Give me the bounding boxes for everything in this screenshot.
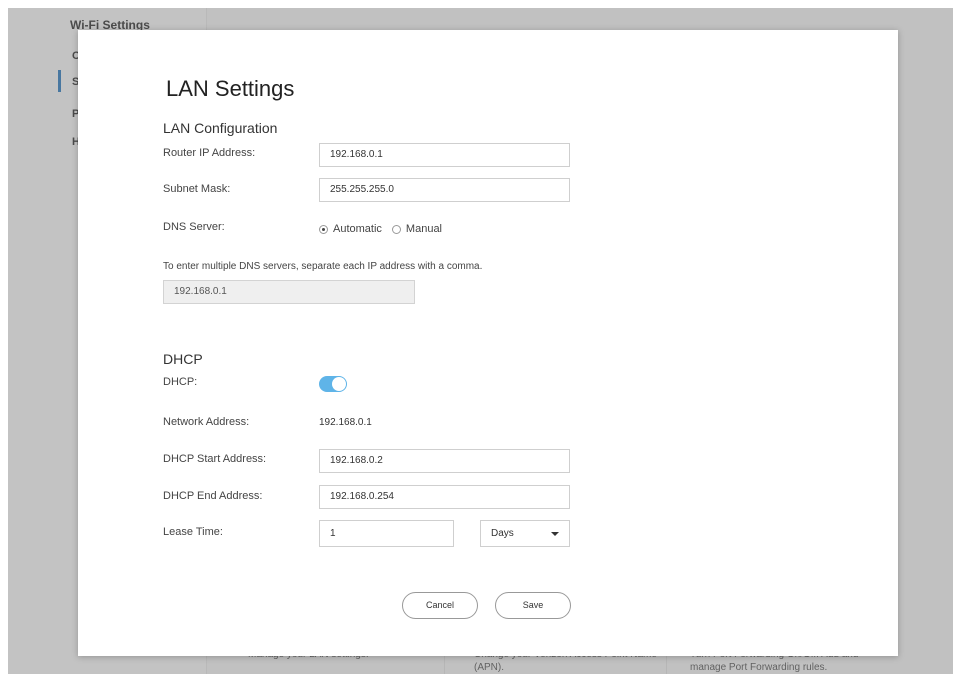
dns-manual-label[interactable]: Manual (406, 223, 442, 235)
toggle-knob (332, 377, 346, 391)
save-button[interactable]: Save (495, 592, 571, 619)
subnet-mask-label: Subnet Mask: (163, 183, 231, 195)
dns-server-input: 192.168.0.1 (163, 280, 415, 304)
lease-time-input[interactable]: 1 (319, 520, 454, 547)
dns-hint-text: To enter multiple DNS servers, separate … (163, 261, 483, 272)
dhcp-start-label: DHCP Start Address: (163, 453, 267, 465)
dhcp-label: DHCP: (163, 376, 198, 388)
router-ip-input[interactable]: 192.168.0.1 (319, 143, 570, 167)
dns-server-radio-group: Automatic Manual (319, 223, 452, 235)
lease-unit-value: Days (491, 528, 514, 539)
subnet-mask-input[interactable]: 255.255.255.0 (319, 178, 570, 202)
dialog-title: LAN Settings (166, 76, 295, 101)
dhcp-end-input[interactable]: 192.168.0.254 (319, 485, 570, 509)
lan-settings-dialog: LAN Settings LAN Configuration Router IP… (78, 30, 898, 656)
dns-manual-radio[interactable] (391, 224, 401, 234)
dhcp-heading: DHCP (163, 351, 203, 367)
dns-automatic-radio[interactable] (319, 224, 328, 234)
dns-automatic-label[interactable]: Automatic (333, 223, 382, 235)
dhcp-start-input[interactable]: 192.168.0.2 (319, 449, 570, 473)
dns-server-label: DNS Server: (163, 221, 225, 233)
cancel-button[interactable]: Cancel (402, 592, 478, 619)
dhcp-end-label: DHCP End Address: (163, 490, 263, 502)
lease-time-label: Lease Time: (163, 526, 223, 538)
dhcp-toggle[interactable] (319, 376, 347, 392)
network-address-value: 192.168.0.1 (319, 417, 372, 428)
lease-unit-select[interactable]: Days (480, 520, 570, 547)
network-address-label: Network Address: (163, 416, 250, 428)
lan-configuration-heading: LAN Configuration (163, 120, 278, 136)
chevron-down-icon (551, 532, 559, 536)
router-ip-label: Router IP Address: (163, 147, 256, 159)
